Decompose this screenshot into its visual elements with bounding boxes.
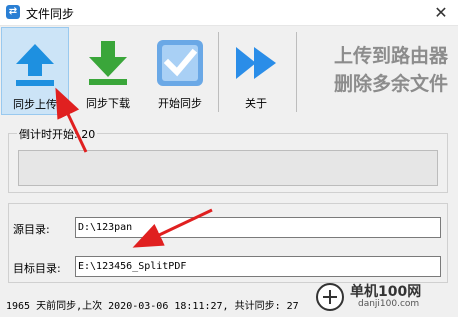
toolbar-separator	[218, 32, 219, 112]
sync-download-button[interactable]: 同步下载	[74, 27, 142, 115]
source-dir-label: 源目录:	[13, 223, 50, 236]
download-arrow-icon	[89, 41, 127, 85]
checkmark-icon	[157, 40, 203, 86]
promo-line-1: 上传到路由器	[333, 45, 448, 67]
start-sync-label: 开始同步	[158, 97, 202, 110]
fast-forward-icon	[236, 47, 276, 79]
toolbar-separator	[296, 32, 297, 112]
source-dir-input[interactable]: D:\123pan	[75, 217, 441, 238]
promo-line-2: 删除多余文件	[333, 73, 448, 95]
watermark-logo: 单机100网 danji100.com	[314, 281, 454, 315]
target-dir-input[interactable]: E:\123456_SplitPDF	[75, 256, 441, 277]
watermark-plus-icon	[316, 283, 344, 311]
sync-download-label: 同步下载	[86, 97, 130, 110]
countdown-legend: 倒计时开始: 20	[17, 126, 98, 142]
watermark-domain: danji100.com	[358, 299, 420, 309]
toolbar: 同步上传 同步下载 开始同步 关于 上传到路由器 删除多余文件	[0, 26, 458, 118]
start-sync-button[interactable]: 开始同步	[146, 27, 214, 115]
promo-text: 上传到路由器 删除多余文件	[334, 42, 448, 98]
target-dir-label: 目标目录:	[13, 262, 61, 275]
countdown-progress-bar	[18, 150, 438, 186]
title-bar: ⇄ 文件同步 ✕	[0, 0, 458, 26]
upload-arrow-icon	[16, 44, 54, 86]
sync-upload-button[interactable]: 同步上传	[1, 27, 69, 115]
status-text: 1965 天前同步,上次 2020-03-06 18:11:27, 共计同步: …	[6, 301, 299, 312]
close-button[interactable]: ✕	[424, 0, 458, 25]
sync-upload-label: 同步上传	[13, 98, 57, 111]
countdown-group: 倒计时开始: 20	[8, 126, 448, 193]
app-sync-icon: ⇄	[6, 5, 20, 19]
window-title: 文件同步	[26, 7, 75, 21]
about-button[interactable]: 关于	[222, 27, 290, 115]
about-label: 关于	[245, 97, 267, 110]
paths-group: 源目录: D:\123pan 目标目录: E:\123456_SplitPDF	[8, 203, 448, 283]
watermark-site-name: 单机100网	[350, 284, 422, 300]
